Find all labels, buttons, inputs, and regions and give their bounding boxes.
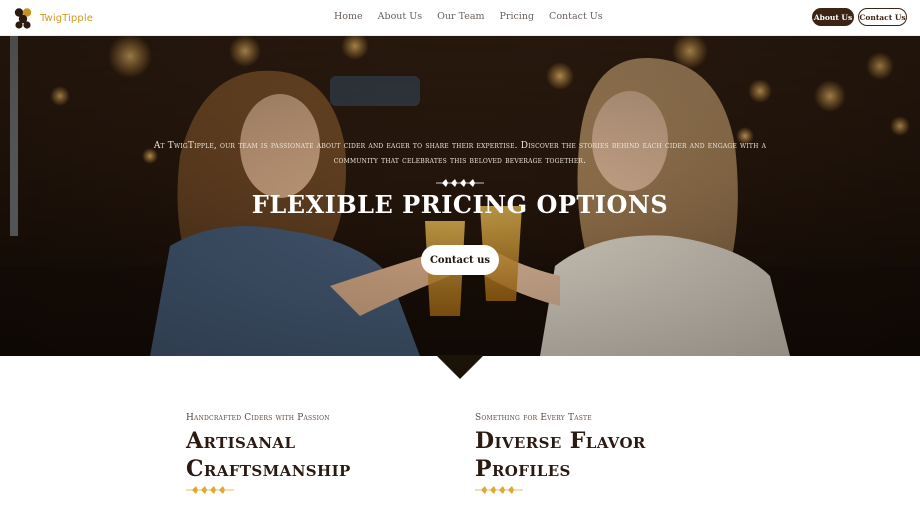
honeycomb-logo-icon xyxy=(14,8,32,29)
nav-item-contact-us[interactable]: Contact Us xyxy=(549,11,603,22)
nav-item-about-us[interactable]: About Us xyxy=(378,11,423,22)
hero-section-pointer xyxy=(436,355,484,379)
wheat-ornament-icon xyxy=(475,486,523,494)
wheat-ornament-icon xyxy=(186,486,234,494)
nav-item-home[interactable]: Home xyxy=(334,11,363,22)
feature-diverse-flavor-profiles: Something for Every Taste Diverse Flavor… xyxy=(475,413,735,495)
wheat-ornament-icon xyxy=(436,179,484,187)
feature-artisanal-craftsmanship: Handcrafted Ciders with Passion Artisana… xyxy=(186,413,446,495)
main-nav: Home About Us Our Team Pricing Contact U… xyxy=(334,11,603,22)
feature-eyebrow: Something for Every Taste xyxy=(475,413,592,423)
contact-us-cta-button[interactable]: Contact us xyxy=(421,245,499,275)
hero-title: FLEXIBLE PRICING OPTIONS xyxy=(251,190,669,219)
contact-us-button[interactable]: Contact Us xyxy=(858,8,907,26)
nav-item-pricing[interactable]: Pricing xyxy=(500,11,535,22)
about-us-button[interactable]: About Us xyxy=(812,8,854,26)
nav-item-our-team[interactable]: Our Team xyxy=(437,11,484,22)
feature-title: Artisanal Craftsmanship xyxy=(186,428,351,482)
feature-eyebrow: Handcrafted Ciders with Passion xyxy=(186,413,330,423)
brand-logo[interactable]: TwigTipple xyxy=(12,7,93,29)
feature-title: Diverse Flavor Profiles xyxy=(475,428,646,482)
site-header: TwigTipple Home About Us Our Team Pricin… xyxy=(0,0,920,36)
brand-name: TwigTipple xyxy=(40,12,93,24)
hero-intro-text: At TwigTipple, our team is passionate ab… xyxy=(153,141,767,166)
hero-section: At TwigTipple, our team is passionate ab… xyxy=(0,36,920,356)
